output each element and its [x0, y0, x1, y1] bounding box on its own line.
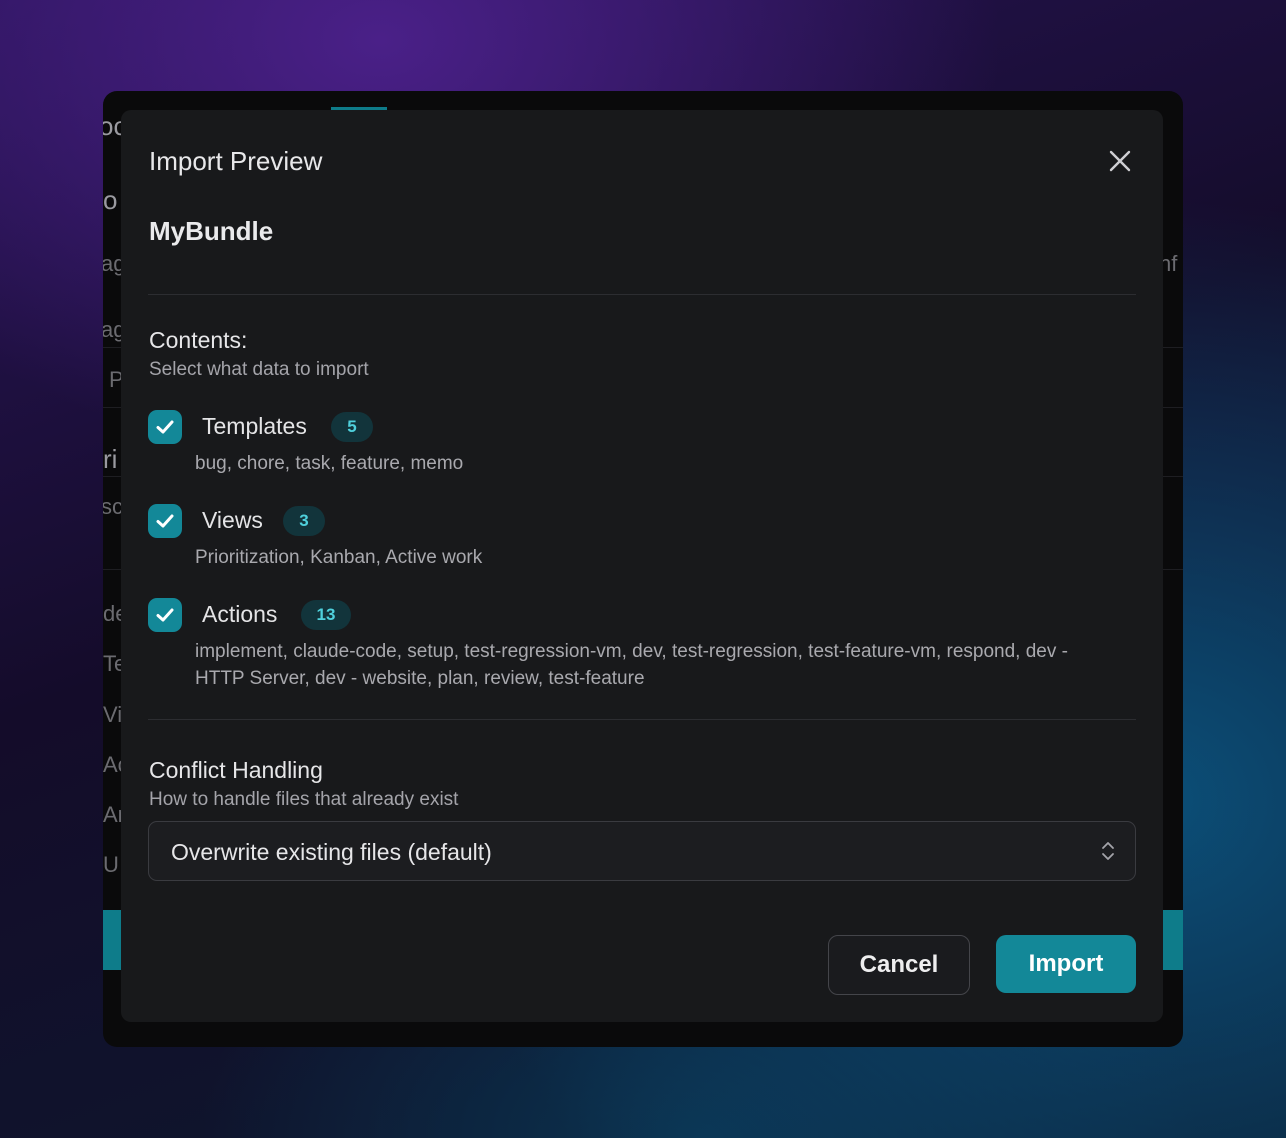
views-checkbox[interactable]: [148, 504, 182, 538]
conflict-subheading: How to handle files that already exist: [149, 789, 459, 810]
contents-heading: Contents:: [149, 327, 248, 353]
contents-subheading: Select what data to import: [149, 359, 369, 380]
close-button[interactable]: [1103, 144, 1137, 178]
templates-checkbox[interactable]: [148, 410, 182, 444]
actions-count-badge: 13: [301, 600, 351, 630]
import-preview-dialog: Import Preview MyBundle Contents: Select…: [121, 110, 1163, 1022]
check-icon: [156, 420, 174, 434]
dialog-title: Import Preview: [149, 146, 323, 176]
views-description: Prioritization, Kanban, Active work: [195, 547, 483, 568]
bg-text: ri: [103, 444, 118, 474]
cancel-button[interactable]: Cancel: [828, 935, 970, 995]
import-button[interactable]: Import: [996, 935, 1136, 993]
check-icon: [156, 514, 174, 528]
templates-label: Templates: [202, 413, 307, 439]
chevron-up-down-icon: [1102, 842, 1114, 860]
actions-checkbox[interactable]: [148, 598, 182, 632]
check-icon: [156, 608, 174, 622]
templates-count-badge: 5: [331, 412, 373, 442]
templates-description: bug, chore, task, feature, memo: [195, 453, 464, 474]
bg-text: Vi: [103, 702, 123, 727]
conflict-select[interactable]: Overwrite existing files (default): [148, 821, 1136, 881]
bundle-name: MyBundle: [149, 216, 274, 246]
conflict-heading: Conflict Handling: [149, 757, 323, 783]
divider: [148, 294, 1136, 295]
actions-description: implement, claude-code, setup, test-regr…: [195, 641, 1068, 689]
views-label: Views: [202, 507, 263, 533]
bg-text: o: [103, 185, 118, 215]
divider: [148, 719, 1136, 720]
close-icon: [1109, 150, 1131, 172]
views-count-badge: 3: [283, 506, 325, 536]
conflict-select-value: Overwrite existing files (default): [171, 839, 492, 865]
bg-text: sc: [103, 494, 123, 519]
actions-label: Actions: [202, 601, 278, 627]
bg-text: U: [103, 852, 119, 877]
